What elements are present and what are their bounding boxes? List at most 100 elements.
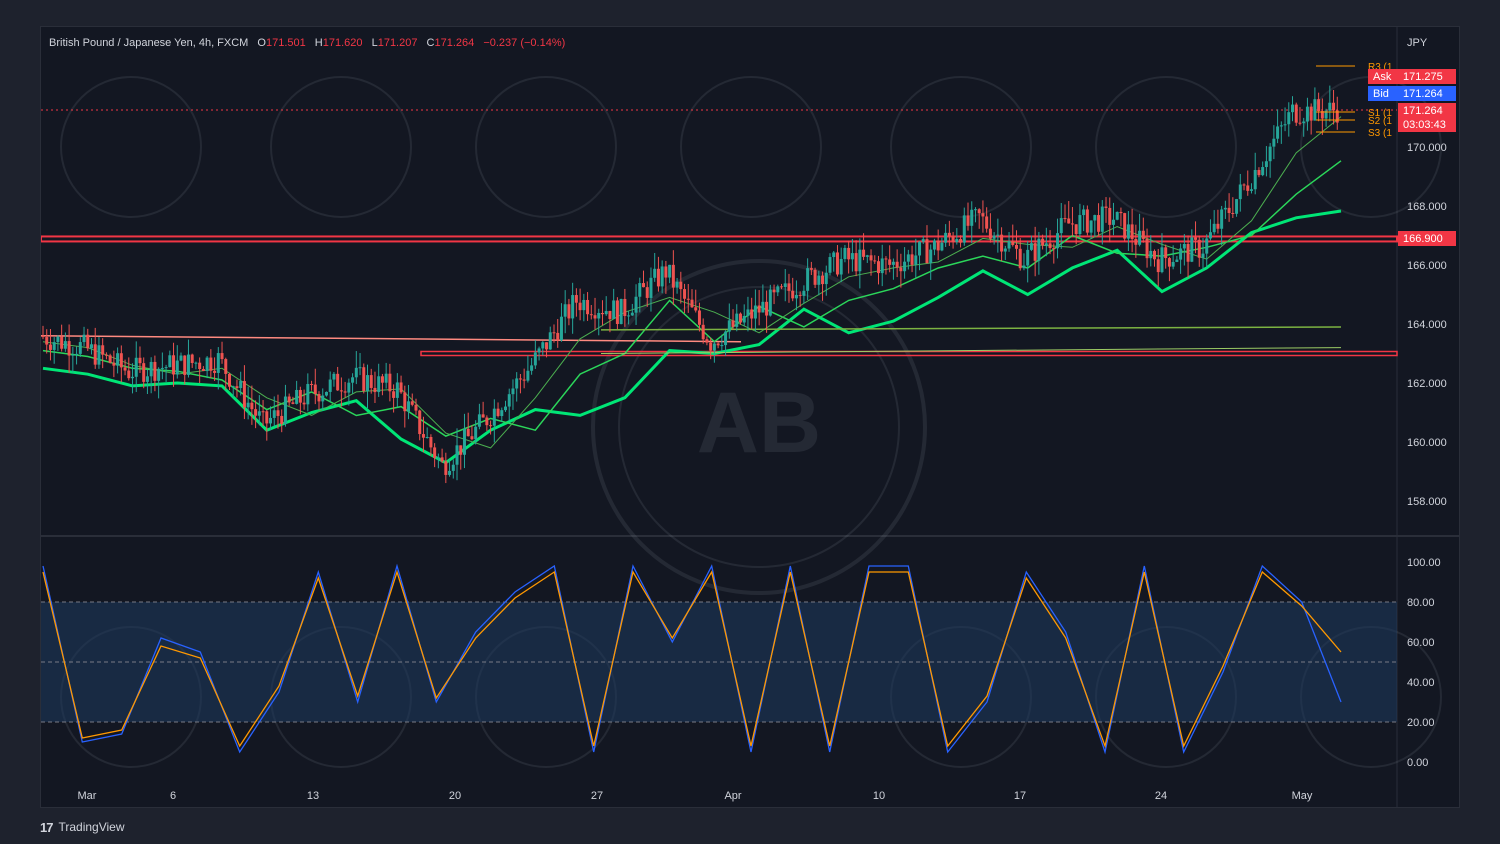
- candle-body: [798, 294, 802, 296]
- price-tick-label: 158.000: [1407, 496, 1447, 508]
- candle-body: [265, 411, 269, 424]
- candle-body: [1134, 238, 1138, 245]
- ask-value: 171.275: [1403, 71, 1443, 83]
- candle-body: [888, 259, 892, 265]
- candle-body: [813, 269, 817, 285]
- candle-body: [891, 261, 895, 265]
- svg-text:AB: AB: [697, 375, 821, 471]
- candle-body: [929, 249, 933, 264]
- candle-body: [421, 434, 425, 438]
- candle-body: [668, 264, 672, 278]
- candle-body: [48, 344, 52, 350]
- candle-body: [783, 283, 787, 288]
- candle-body: [761, 301, 765, 313]
- candle-body: [1097, 215, 1101, 232]
- candle-body: [780, 286, 784, 288]
- candle-body: [231, 386, 235, 388]
- candle-body: [444, 461, 448, 475]
- candle-body: [1074, 224, 1078, 235]
- high-value: 171.620: [323, 37, 363, 49]
- candle-body: [869, 255, 873, 261]
- candle-body: [832, 252, 836, 258]
- candle-body: [1029, 243, 1033, 250]
- candle-body: [78, 342, 82, 354]
- candle-body: [216, 353, 220, 373]
- candle-body: [306, 383, 310, 405]
- candle-body: [582, 299, 586, 311]
- candle-body: [1145, 238, 1149, 259]
- candle-body: [865, 255, 869, 257]
- level-tag: 166.900: [1398, 231, 1456, 246]
- candle-body: [1138, 230, 1142, 245]
- candle-body: [537, 348, 541, 353]
- chart-frame[interactable]: AB R3 (1 S1 (1 S2 (1 S3 (1 158.000 160.000 16…: [40, 26, 1460, 808]
- brand-name[interactable]: TradingView: [58, 820, 124, 834]
- candle-body: [201, 369, 205, 372]
- candle-body: [339, 390, 343, 392]
- candle-body: [429, 436, 433, 448]
- candle-body: [947, 232, 951, 237]
- candle-body: [1123, 213, 1127, 239]
- chart-canvas[interactable]: AB R3 (1S1 (1S2 (1S3 (1 158.000160.00016…: [40, 27, 1459, 807]
- candle-body: [1104, 206, 1108, 208]
- candle-body: [552, 332, 556, 334]
- candle-body: [246, 402, 250, 408]
- bid-label: Bid: [1373, 88, 1389, 100]
- candle-body: [589, 314, 593, 316]
- candle-body: [1268, 146, 1272, 162]
- candle-body: [701, 324, 705, 340]
- candle-body: [328, 379, 332, 392]
- candle-body: [1041, 238, 1045, 246]
- candle-body: [407, 401, 411, 412]
- last-price-tag: 171.264 03:03:43: [1398, 103, 1456, 132]
- candle-body: [295, 389, 299, 404]
- candle-body: [145, 376, 149, 382]
- candle-body: [705, 339, 709, 343]
- candle-body: [545, 342, 549, 350]
- candle-body: [1242, 184, 1246, 186]
- candle-body: [873, 260, 877, 262]
- candle-body: [765, 301, 769, 316]
- candle-body: [239, 381, 243, 389]
- candle-body: [1231, 212, 1235, 214]
- candle-body: [571, 295, 575, 319]
- candle-body: [645, 287, 649, 298]
- candle-body: [63, 341, 67, 349]
- candle-body: [492, 408, 496, 426]
- candle-body: [1007, 241, 1011, 249]
- pivot-label: S2 (1: [1368, 116, 1392, 127]
- candle-body: [597, 312, 601, 319]
- candle-body: [1264, 161, 1268, 168]
- stoch-tick-label: 80.00: [1407, 597, 1435, 609]
- candle-body: [1294, 104, 1298, 123]
- candle-body: [380, 376, 384, 383]
- candle-body: [559, 316, 563, 341]
- tradingview-logo-icon[interactable]: 17: [40, 820, 54, 835]
- candle-body: [932, 240, 936, 250]
- low-value: 171.207: [378, 37, 418, 49]
- candle-body: [287, 396, 291, 403]
- candle-body: [895, 261, 899, 268]
- candle-body: [638, 283, 642, 297]
- candle-body: [1205, 238, 1209, 254]
- candle-body: [324, 391, 328, 396]
- candle-body: [108, 355, 112, 363]
- candle-body: [515, 378, 519, 389]
- candle-body: [1302, 121, 1306, 124]
- candle-body: [858, 249, 862, 272]
- candle-body: [1059, 218, 1063, 234]
- candle-body: [71, 354, 75, 356]
- candle-body: [1026, 249, 1030, 266]
- candle-body: [1126, 224, 1130, 239]
- last-price: 171.264: [1403, 105, 1443, 117]
- price-tick-label: 168.000: [1407, 201, 1447, 213]
- candle-body: [1033, 243, 1037, 261]
- candle-body: [1194, 237, 1198, 240]
- time-tick-label: Mar: [78, 790, 97, 802]
- candle-body: [1048, 243, 1052, 249]
- candle-body: [992, 235, 996, 239]
- candle-body: [679, 281, 683, 290]
- candle-body: [985, 216, 989, 229]
- candle-body: [690, 299, 694, 308]
- candle-body: [1063, 218, 1067, 220]
